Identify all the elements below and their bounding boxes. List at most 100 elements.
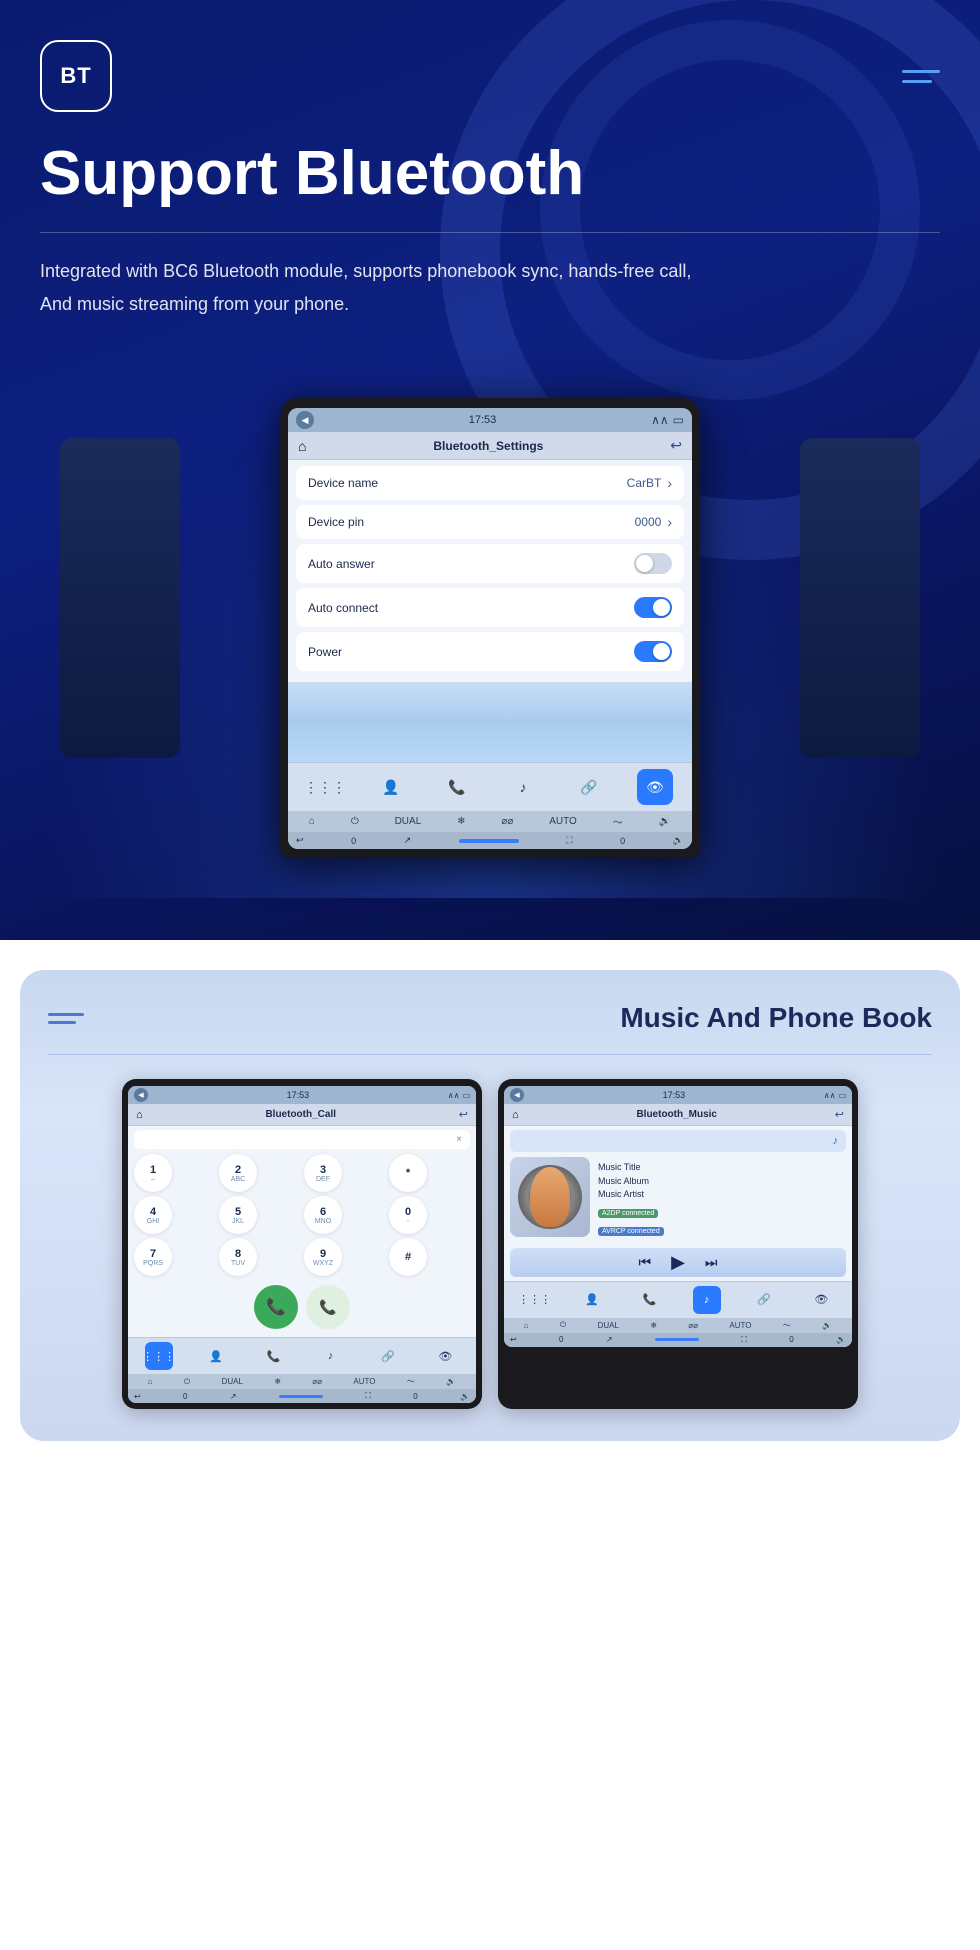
music-sys-ac[interactable]: ⌀⌀	[688, 1321, 698, 1330]
call-button[interactable]: 📞	[254, 1285, 298, 1329]
call-home-icon[interactable]: ⌂	[136, 1109, 143, 1121]
bt-settings-screen: ◀ 17:53 ∧∧ ▭ ⌂ Bluetooth_Settings ↩	[288, 408, 692, 849]
call-vol-bar[interactable]	[279, 1395, 323, 1398]
screen-nav-back[interactable]: ↩	[670, 437, 682, 454]
call-sys-home[interactable]: ⌂	[148, 1377, 153, 1386]
sys-home-icon[interactable]: ⌂	[309, 816, 315, 827]
call-sys-snow[interactable]: ❄	[274, 1377, 281, 1386]
music-sys-snow[interactable]: ❄	[650, 1321, 657, 1330]
call-ctrl-speed[interactable]: ⛶	[365, 1391, 371, 1401]
call-signal-icon: ∧∧	[448, 1091, 460, 1100]
music-ctrl-back[interactable]: ↩	[510, 1335, 517, 1344]
toolbar-contacts-icon[interactable]: 👤	[373, 769, 409, 805]
music-note-icon[interactable]: ♪	[833, 1135, 839, 1147]
sys-vol-icon[interactable]: 🔊	[659, 816, 671, 827]
music-nav-back[interactable]: ↩	[835, 1108, 844, 1121]
auto-answer-toggle[interactable]	[634, 553, 672, 574]
music-back-btn[interactable]: ◀	[510, 1088, 524, 1102]
device-pin-label: Device pin	[308, 515, 364, 529]
home-icon[interactable]: ⌂	[298, 438, 306, 454]
volume-bar[interactable]	[459, 839, 519, 843]
call-nav-back[interactable]: ↩	[459, 1108, 468, 1121]
menu-icon[interactable]	[902, 70, 940, 83]
ctrl-temp-icon[interactable]: ↗	[404, 835, 412, 846]
music-ctrl-zero-r: 0	[789, 1335, 793, 1344]
music-ctrl-speed[interactable]: ⛶	[741, 1335, 747, 1345]
dial-key-hash[interactable]: #	[389, 1238, 427, 1276]
sys-power-icon[interactable]: ⏻	[351, 816, 359, 827]
dial-key-8[interactable]: 8TUV	[219, 1238, 257, 1276]
dial-key-5[interactable]: 5JKL	[219, 1196, 257, 1234]
music-ctrl-vol[interactable]: 🔈	[836, 1335, 846, 1344]
dial-key-0[interactable]: 0-	[389, 1196, 427, 1234]
call-back-btn[interactable]: ◀	[134, 1088, 148, 1102]
call-ctrl-temp[interactable]: ↗	[230, 1392, 237, 1401]
toolbar-music-icon[interactable]: ♪	[505, 769, 541, 805]
avrcp-badge: AVRCP connected	[598, 1227, 664, 1236]
call-sys-vol[interactable]: 🔊	[446, 1377, 456, 1386]
auto-connect-toggle[interactable]	[634, 597, 672, 618]
dial-key-7[interactable]: 7PQRS	[134, 1238, 172, 1276]
toolbar-phone-icon[interactable]: 📞	[439, 769, 475, 805]
call-sys-fan[interactable]: 〜	[407, 1376, 415, 1387]
screen-gradient-area	[288, 682, 692, 762]
music-ctrl-temp[interactable]: ↗	[606, 1335, 613, 1344]
music-tb-contacts[interactable]: 👤	[578, 1286, 606, 1314]
call-tb-music[interactable]: ♪	[317, 1342, 345, 1370]
screen-back-button[interactable]: ◀	[296, 411, 314, 429]
music-vol-bar[interactable]	[655, 1338, 699, 1341]
toolbar-camera-icon[interactable]: 👁	[637, 769, 673, 805]
toolbar-link-icon[interactable]: 🔗	[571, 769, 607, 805]
music-status-icons: ∧∧ ▭	[824, 1091, 846, 1100]
dial-key-1[interactable]: 1–	[134, 1154, 172, 1192]
ctrl-vol-down[interactable]: 🔈	[673, 835, 684, 846]
music-signal-icon: ∧∧	[824, 1091, 836, 1100]
music-tb-link[interactable]: 🔗	[750, 1286, 778, 1314]
ctrl-back-icon[interactable]: ↩	[296, 835, 304, 846]
device-pin-row[interactable]: Device pin 0000 ›	[296, 505, 684, 539]
prev-track-button[interactable]: ⏮	[638, 1254, 651, 1271]
music-tb-phone[interactable]: 📞	[635, 1286, 663, 1314]
sys-ac-icon[interactable]: ⌀⌀	[501, 816, 513, 827]
hero-title: Support Bluetooth	[40, 140, 940, 208]
next-track-button[interactable]: ⏭	[705, 1254, 718, 1271]
music-tb-menu[interactable]: ⋮⋮⋮	[521, 1286, 549, 1314]
music-tb-eye[interactable]: 👁	[807, 1286, 835, 1314]
hero-description: Integrated with BC6 Bluetooth module, su…	[40, 255, 720, 320]
status-icons: ∧∧ ▭	[651, 413, 684, 427]
music-sys-vol[interactable]: 🔊	[822, 1321, 832, 1330]
call-ctrl-vol[interactable]: 🔈	[460, 1392, 470, 1401]
dial-key-3[interactable]: 3DEF	[304, 1154, 342, 1192]
hangup-button[interactable]: 📞	[306, 1285, 350, 1329]
call-ctrl-back[interactable]: ↩	[134, 1392, 141, 1401]
sys-snowflake-icon[interactable]: ❄	[457, 816, 465, 827]
call-tb-eye[interactable]: 👁	[431, 1342, 459, 1370]
music-menu-icon[interactable]	[48, 1013, 84, 1024]
search-clear-icon[interactable]: ×	[456, 1134, 462, 1145]
power-toggle[interactable]	[634, 641, 672, 662]
call-tb-link[interactable]: 🔗	[374, 1342, 402, 1370]
music-tb-music[interactable]: ♪	[693, 1286, 721, 1314]
dial-search-bar[interactable]: ×	[134, 1130, 470, 1149]
device-name-row[interactable]: Device name CarBT ›	[296, 466, 684, 500]
music-home-icon[interactable]: ⌂	[512, 1109, 519, 1121]
ctrl-speed-icon[interactable]: ⛶	[566, 835, 572, 846]
dial-key-4[interactable]: 4GHI	[134, 1196, 172, 1234]
auto-answer-label: Auto answer	[308, 557, 375, 571]
call-tb-phone[interactable]: 📞	[259, 1342, 287, 1370]
call-sys-ac[interactable]: ⌀⌀	[312, 1377, 322, 1386]
dial-key-star[interactable]: *	[389, 1154, 427, 1192]
dial-key-9[interactable]: 9WXYZ	[304, 1238, 342, 1276]
dial-key-2[interactable]: 2ABC	[219, 1154, 257, 1192]
call-tb-contacts[interactable]: 👤	[202, 1342, 230, 1370]
sys-fan-icon[interactable]: 〜	[613, 814, 623, 829]
play-pause-button[interactable]: ▶	[671, 1252, 685, 1273]
music-sys-home[interactable]: ⌂	[524, 1321, 529, 1330]
music-sys-fan[interactable]: 〜	[783, 1320, 791, 1331]
music-sys-power[interactable]: ⏻	[560, 1320, 566, 1330]
call-sys-power[interactable]: ⏻	[184, 1377, 190, 1387]
call-bottom-bar: ⌂ ⏻ DUAL ❄ ⌀⌀ AUTO 〜 🔊	[128, 1374, 476, 1389]
toolbar-menu-icon[interactable]: ⋮⋮⋮	[307, 769, 343, 805]
call-tb-menu[interactable]: ⋮⋮⋮	[145, 1342, 173, 1370]
dial-key-6[interactable]: 6MNO	[304, 1196, 342, 1234]
